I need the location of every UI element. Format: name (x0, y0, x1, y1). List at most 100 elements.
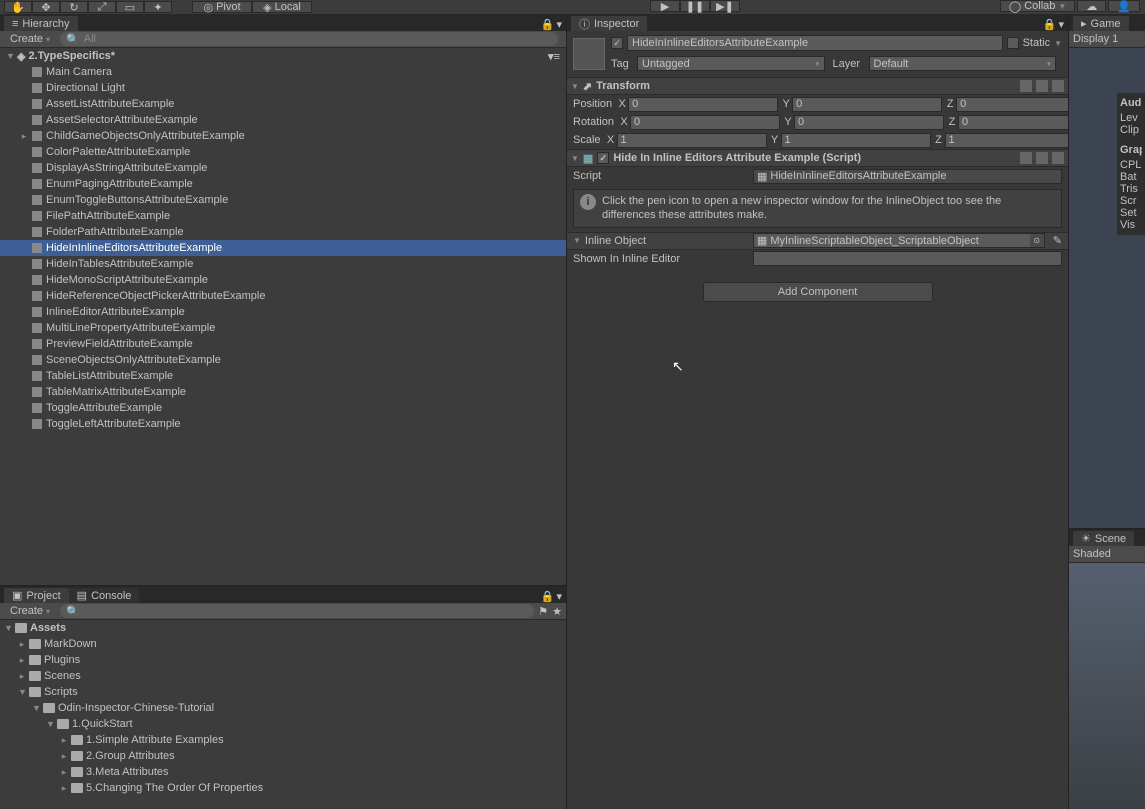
hierarchy-item[interactable]: TableListAttributeExample (0, 368, 566, 384)
help-icon[interactable] (1020, 80, 1032, 92)
hierarchy-item[interactable]: EnumPagingAttributeExample (0, 176, 566, 192)
foldout-icon[interactable]: ▸ (60, 783, 68, 794)
cloud-button[interactable]: ☁ (1077, 0, 1106, 12)
rotation-z[interactable] (958, 115, 1068, 130)
hierarchy-item[interactable]: PreviewFieldAttributeExample (0, 336, 566, 352)
pause-button[interactable]: ❚❚ (680, 0, 710, 12)
position-z[interactable] (956, 97, 1068, 112)
project-folder[interactable]: ▸2.Group Attributes (0, 748, 566, 764)
hierarchy-item[interactable]: TableMatrixAttributeExample (0, 384, 566, 400)
hierarchy-search[interactable]: 🔍All (60, 32, 558, 46)
display-dropdown[interactable]: Display 1 (1073, 33, 1118, 45)
help-icon[interactable] (1020, 152, 1032, 164)
hierarchy-item[interactable]: ToggleAttributeExample (0, 400, 566, 416)
scale-z[interactable] (945, 133, 1068, 148)
hierarchy-item[interactable]: MultiLinePropertyAttributeExample (0, 320, 566, 336)
project-create-button[interactable]: Create▾ (4, 604, 56, 618)
favorite-icon[interactable]: ★ (552, 605, 562, 618)
local-toggle[interactable]: ◈Local (252, 1, 312, 13)
foldout-icon[interactable]: ▼ (4, 623, 12, 633)
foldout-icon[interactable]: ▸ (18, 655, 26, 666)
static-dropdown-icon[interactable]: ▼ (1054, 39, 1062, 48)
shown-in-inline-field[interactable] (753, 251, 1062, 266)
project-folder[interactable]: ▸5.Changing The Order Of Properties (0, 780, 566, 796)
hierarchy-item[interactable]: HideInTablesAttributeExample (0, 256, 566, 272)
foldout-icon[interactable]: ▼ (6, 51, 14, 61)
layer-dropdown[interactable]: Default♦ (869, 56, 1057, 71)
scale-x[interactable] (617, 133, 767, 148)
project-folder[interactable]: ▸Scenes (0, 668, 566, 684)
foldout-icon[interactable]: ▸ (18, 671, 26, 682)
filter-icon[interactable]: ⚑ (538, 605, 548, 618)
foldout-icon[interactable]: ▼ (571, 82, 579, 91)
gear-icon[interactable] (1052, 152, 1064, 164)
pivot-toggle[interactable]: ◎Pivot (192, 1, 252, 13)
hierarchy-item[interactable]: SceneObjectsOnlyAttributeExample (0, 352, 566, 368)
lock-icon[interactable]: 🔒 (541, 18, 555, 31)
transform-header[interactable]: ▼ ⬈ Transform (567, 77, 1068, 95)
foldout-icon[interactable]: ▸ (60, 751, 68, 762)
panel-menu-icon[interactable]: ▾ (556, 590, 562, 603)
foldout-icon[interactable]: ▼ (573, 236, 581, 245)
hierarchy-tab[interactable]: ≡Hierarchy (4, 16, 78, 31)
object-picker-icon[interactable]: ⊙ (1030, 234, 1044, 247)
hierarchy-item[interactable]: HideReferenceObjectPickerAttributeExampl… (0, 288, 566, 304)
rotation-x[interactable] (630, 115, 780, 130)
foldout-icon[interactable]: ▸ (60, 767, 68, 778)
transform-tool[interactable]: ✦ (144, 1, 172, 13)
lock-icon[interactable]: 🔒 (1043, 18, 1057, 31)
hierarchy-item[interactable]: ColorPaletteAttributeExample (0, 144, 566, 160)
inline-object-field[interactable]: ▦MyInlineScriptableObject_ScriptableObje… (753, 233, 1045, 248)
step-button[interactable]: ▶❚ (710, 0, 740, 12)
assets-folder[interactable]: ▼ Assets (0, 620, 566, 636)
collab-button[interactable]: ◯Collab▼ (1000, 0, 1075, 12)
position-y[interactable] (792, 97, 942, 112)
account-button[interactable]: 👤 (1108, 0, 1140, 12)
scene-view[interactable] (1069, 563, 1145, 809)
project-folder[interactable]: ▸1.Simple Attribute Examples (0, 732, 566, 748)
gameobject-name-input[interactable] (627, 35, 1003, 51)
hierarchy-item[interactable]: AssetListAttributeExample (0, 96, 566, 112)
pen-icon[interactable]: ✎ (1053, 234, 1062, 247)
hierarchy-item[interactable]: HideInInlineEditorsAttributeExample (0, 240, 566, 256)
scene-menu-icon[interactable]: ▾≡ (548, 50, 560, 63)
hierarchy-item[interactable]: AssetSelectorAttributeExample (0, 112, 566, 128)
console-tab[interactable]: ▤Console (69, 588, 140, 603)
shaded-dropdown[interactable]: Shaded (1073, 548, 1111, 560)
foldout-icon[interactable]: ▼ (46, 719, 54, 729)
hierarchy-item[interactable]: InlineEditorAttributeExample (0, 304, 566, 320)
project-folder[interactable]: ▼Odin-Inspector-Chinese-Tutorial (0, 700, 566, 716)
hierarchy-item[interactable]: Main Camera (0, 64, 566, 80)
foldout-icon[interactable]: ▸ (60, 735, 68, 746)
position-x[interactable] (628, 97, 778, 112)
foldout-icon[interactable]: ▸ (18, 639, 26, 650)
hierarchy-item[interactable]: HideMonoScriptAttributeExample (0, 272, 566, 288)
hand-tool[interactable]: ✋ (4, 1, 32, 13)
project-folder[interactable]: ▼Scripts (0, 684, 566, 700)
gear-icon[interactable] (1052, 80, 1064, 92)
hierarchy-item[interactable]: Directional Light (0, 80, 566, 96)
game-tab[interactable]: ▸Game (1073, 16, 1129, 31)
static-checkbox[interactable] (1007, 37, 1019, 49)
add-component-button[interactable]: Add Component (703, 282, 933, 302)
foldout-icon[interactable]: ▼ (32, 703, 40, 713)
panel-menu-icon[interactable]: ▾ (556, 18, 562, 31)
rect-tool[interactable]: ▭ (116, 1, 144, 13)
scene-tab[interactable]: ☀Scene (1073, 531, 1134, 546)
hierarchy-item[interactable]: FolderPathAttributeExample (0, 224, 566, 240)
component-enabled-checkbox[interactable]: ✓ (597, 152, 609, 164)
active-checkbox[interactable]: ✓ (611, 37, 623, 49)
inspector-tab[interactable]: ⓘInspector (571, 16, 647, 31)
preset-icon[interactable] (1036, 152, 1048, 164)
preset-icon[interactable] (1036, 80, 1048, 92)
hierarchy-item[interactable]: EnumToggleButtonsAttributeExample (0, 192, 566, 208)
project-tab[interactable]: ▣Project (4, 588, 69, 603)
move-tool[interactable]: ✥ (32, 1, 60, 13)
project-folder[interactable]: ▸Plugins (0, 652, 566, 668)
panel-menu-icon[interactable]: ▾ (1058, 18, 1064, 31)
project-search[interactable]: 🔍 (60, 604, 534, 618)
foldout-icon[interactable]: ▼ (571, 154, 579, 163)
rotation-y[interactable] (794, 115, 944, 130)
foldout-icon[interactable]: ▸ (20, 131, 28, 142)
foldout-icon[interactable]: ▼ (18, 687, 26, 697)
